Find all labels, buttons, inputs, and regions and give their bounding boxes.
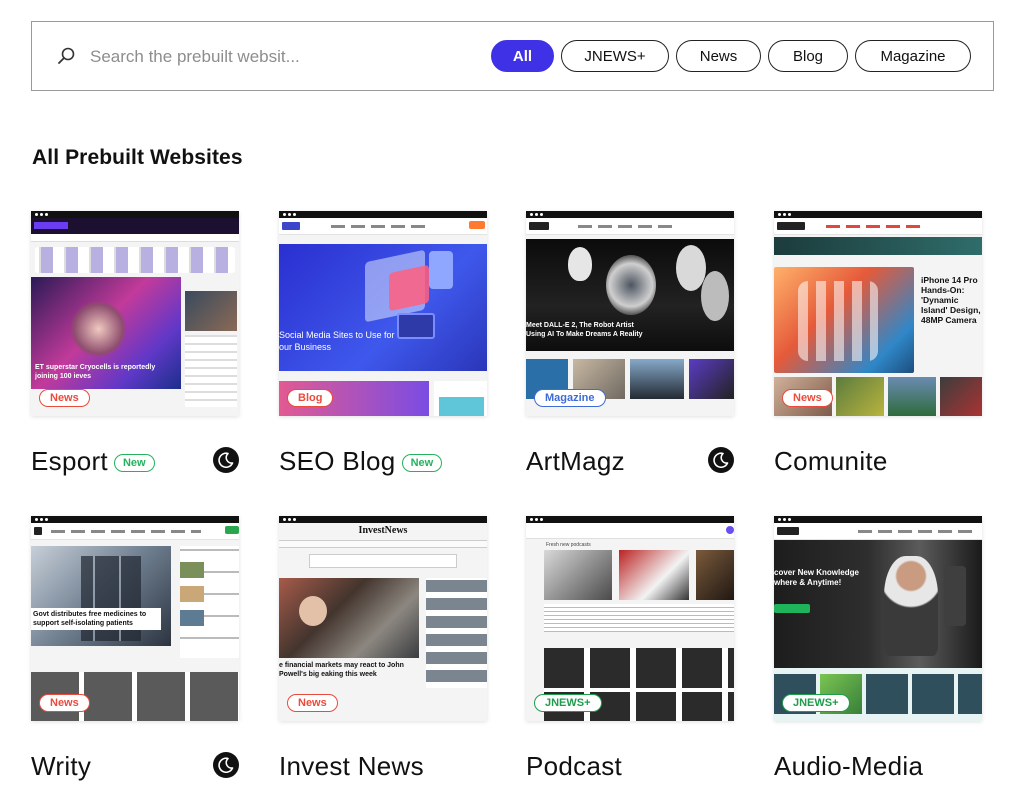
category-badge: News xyxy=(287,694,338,712)
browser-bar xyxy=(31,516,239,523)
preview-thumbnail[interactable]: Fresh new podcasts JNEWS+ xyxy=(526,516,734,721)
browser-bar xyxy=(774,211,982,218)
browser-bar xyxy=(526,516,734,523)
section-title-prefix: All xyxy=(32,146,60,169)
preview-headline: cover New Knowledge where & Anytime! xyxy=(774,568,859,587)
card-seo-blog[interactable]: Social Media Sites to Use for our Busine… xyxy=(279,211,487,483)
search-bar: All JNEWS+ News Blog Magazine xyxy=(31,21,994,91)
card-title[interactable]: Writy xyxy=(31,751,91,781)
preview-thumbnail[interactable]: Meet DALL-E 2, The Robot Artist Using AI… xyxy=(526,211,734,416)
new-tag: New xyxy=(113,453,155,472)
browser-bar xyxy=(774,516,982,523)
card-comunite[interactable]: iPhone 14 Pro Hands-On: 'Dynamic Island'… xyxy=(774,211,982,483)
filter-jnews-plus-button[interactable]: JNEWS+ xyxy=(561,40,669,72)
category-badge: News xyxy=(39,694,90,712)
card-esport[interactable]: ET superstar Cryocells is reportedly joi… xyxy=(31,211,239,483)
section-title-suffix: Websites xyxy=(150,146,243,169)
card-podcast[interactable]: Fresh new podcasts JNEWS+ Podcast xyxy=(526,516,734,788)
preview-thumbnail[interactable]: cover New Knowledge where & Anytime! JNE… xyxy=(774,516,982,721)
preview-thumbnail[interactable]: iPhone 14 Pro Hands-On: 'Dynamic Island'… xyxy=(774,211,982,416)
category-badge: JNEWS+ xyxy=(782,694,850,712)
card-writy[interactable]: Govt distributes free medicines to suppo… xyxy=(31,516,239,788)
card-title[interactable]: Invest News xyxy=(279,751,424,781)
preview-headline: ET superstar Cryocells is reportedly joi… xyxy=(35,364,156,380)
moon-icon xyxy=(213,447,239,473)
moon-icon xyxy=(708,447,734,473)
preview-thumbnail[interactable]: ET superstar Cryocells is reportedly joi… xyxy=(31,211,239,416)
category-badge: Blog xyxy=(287,389,334,407)
card-invest-news[interactable]: InvestNews e financial markets may react… xyxy=(279,516,487,788)
search-input[interactable] xyxy=(90,41,430,73)
card-title[interactable]: ArtMagz xyxy=(526,446,625,476)
browser-bar xyxy=(279,516,487,523)
preview-thumbnail[interactable]: Social Media Sites to Use for our Busine… xyxy=(279,211,487,416)
card-audio-media[interactable]: cover New Knowledge where & Anytime! JNE… xyxy=(774,516,982,788)
browser-bar xyxy=(279,211,487,218)
preview-headline: iPhone 14 Pro Hands-On: 'Dynamic Island'… xyxy=(921,275,981,325)
filter-magazine-button[interactable]: Magazine xyxy=(855,40,971,72)
filter-blog-button[interactable]: Blog xyxy=(768,40,848,72)
browser-bar xyxy=(31,211,239,218)
preview-logo: InvestNews xyxy=(358,525,408,536)
card-title[interactable]: Esport xyxy=(31,446,108,476)
card-title[interactable]: Comunite xyxy=(774,446,888,476)
category-badge: News xyxy=(39,389,90,407)
browser-bar xyxy=(526,211,734,218)
card-artmagz[interactable]: Meet DALL-E 2, The Robot Artist Using AI… xyxy=(526,211,734,483)
category-badge: News xyxy=(782,389,833,407)
preview-thumbnail[interactable]: InvestNews e financial markets may react… xyxy=(279,516,487,721)
card-title[interactable]: Podcast xyxy=(526,751,622,781)
search-icon xyxy=(58,47,75,64)
filter-group: All JNEWS+ News Blog Magazine xyxy=(491,40,971,72)
preview-thumbnail[interactable]: Govt distributes free medicines to suppo… xyxy=(31,516,239,721)
filter-news-button[interactable]: News xyxy=(676,40,761,72)
preview-headline: Fresh new podcasts xyxy=(546,542,591,548)
category-badge: Magazine xyxy=(534,389,606,407)
filter-all-button[interactable]: All xyxy=(491,40,554,72)
moon-icon xyxy=(213,752,239,778)
preview-headline: Social Media Sites to Use for our Busine… xyxy=(279,330,395,352)
card-title[interactable]: Audio-Media xyxy=(774,751,923,781)
preview-headline: Meet DALL-E 2, The Robot Artist Using AI… xyxy=(526,322,643,338)
card-title[interactable]: SEO Blog xyxy=(279,446,396,476)
preview-headline: e financial markets may react to John Po… xyxy=(279,662,404,678)
new-tag: New xyxy=(401,453,443,472)
preview-headline: Govt distributes free medicines to suppo… xyxy=(31,608,161,630)
section-title-strong: Prebuilt xyxy=(65,146,145,169)
category-badge: JNEWS+ xyxy=(534,694,602,712)
section-title: All Prebuilt Websites xyxy=(32,146,243,170)
